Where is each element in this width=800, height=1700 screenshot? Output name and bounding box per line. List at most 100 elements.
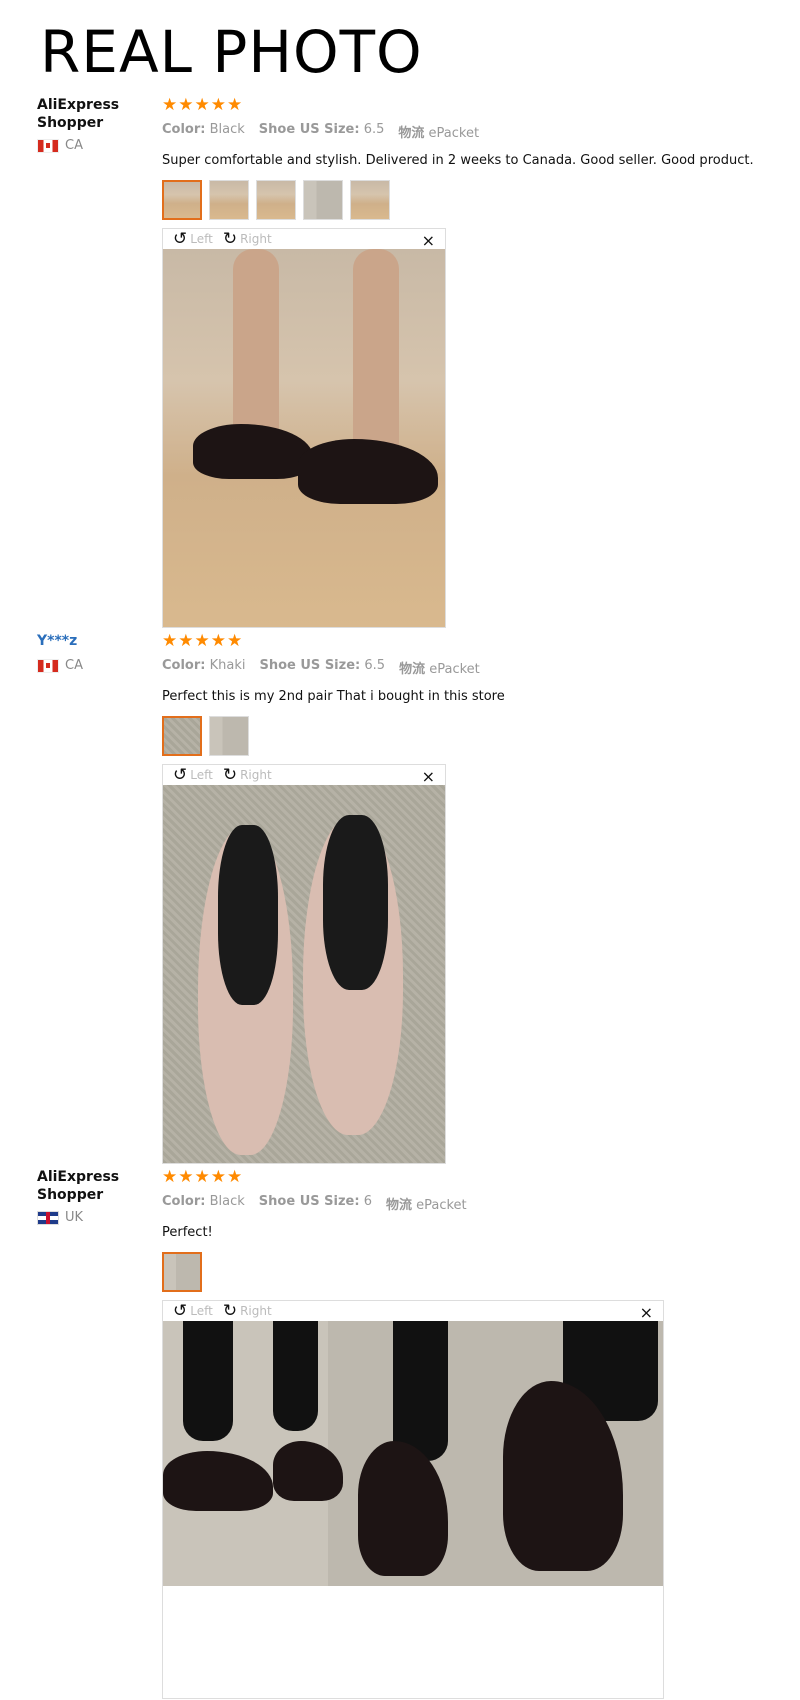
color-label: Color:: [162, 1194, 206, 1209]
photo-thumbnail[interactable]: [209, 180, 249, 220]
star-icon: ★: [210, 1167, 226, 1187]
rotate-left-label: Left: [190, 768, 213, 782]
star-rating: ★ ★ ★ ★ ★: [162, 632, 762, 650]
viewer-empty-area: [163, 1586, 663, 1698]
country-code: UK: [65, 1210, 84, 1225]
close-icon[interactable]: ×: [422, 767, 435, 786]
canada-flag-icon: [37, 658, 59, 673]
review-photo: [163, 1321, 663, 1586]
reviewer-name: AliExpress Shopper: [37, 1169, 120, 1203]
reviewer-info: Y***z CA: [37, 632, 157, 673]
rotate-right-button[interactable]: ↻ Right: [223, 230, 272, 248]
photo-viewer: ↺ Left ↻ Right ×: [162, 764, 446, 1164]
star-icon: ★: [194, 1167, 210, 1187]
order-details: Color: Black Shoe US Size: 6.5 物流 ePacke…: [162, 122, 762, 141]
rotate-left-button[interactable]: ↺ Left: [173, 1302, 213, 1320]
review-3: AliExpress Shopper UK ★ ★ ★ ★ ★ Color: Black…: [0, 1168, 800, 1699]
star-rating: ★ ★ ★ ★ ★: [162, 96, 762, 114]
photo-leg: [183, 1321, 233, 1441]
close-icon[interactable]: ×: [640, 1303, 653, 1322]
shipping-value: ePacket: [416, 1198, 467, 1213]
photo-thumbnails: [162, 1252, 762, 1292]
shipping-label: 物流: [385, 1198, 412, 1213]
color-value: Khaki: [209, 658, 246, 673]
viewer-toolbar: ↺ Left ↻ Right ×: [163, 229, 445, 250]
star-icon: ★: [178, 95, 194, 115]
country-code: CA: [65, 658, 83, 673]
rotate-right-label: Right: [240, 232, 272, 246]
photo-thumbnail[interactable]: [350, 180, 390, 220]
star-icon: ★: [210, 95, 226, 115]
viewer-toolbar: ↺ Left ↻ Right ×: [163, 1301, 663, 1322]
star-icon: ★: [227, 1167, 243, 1187]
photo-viewer: ↺ Left ↻ Right ×: [162, 1300, 664, 1699]
photo-thumbnail[interactable]: [162, 180, 202, 220]
size-label: Shoe US Size:: [258, 1194, 360, 1209]
page-headline: REAL PHOTO: [40, 18, 423, 86]
reviewer-info: AliExpress Shopper UK: [37, 1168, 157, 1225]
photo-leg: [393, 1321, 448, 1461]
photo-shoe: [163, 1451, 273, 1511]
photo-leg: [273, 1321, 318, 1431]
reviewer-country: CA: [37, 138, 157, 153]
shipping-value: ePacket: [429, 662, 480, 677]
reviewer-name[interactable]: Y***z: [37, 632, 157, 650]
shipping-label: 物流: [398, 126, 425, 141]
rotate-left-label: Left: [190, 232, 213, 246]
star-icon: ★: [178, 1167, 194, 1187]
uk-flag-icon: [37, 1210, 59, 1225]
rotate-left-icon: ↺: [173, 229, 188, 249]
rotate-right-icon: ↻: [222, 1301, 238, 1321]
rotate-left-button[interactable]: ↺ Left: [173, 230, 213, 248]
review-comment: Perfect this is my 2nd pair That i bough…: [162, 689, 505, 704]
shipping-label: 物流: [399, 662, 426, 677]
reviewer-info: AliExpress Shopper CA: [37, 96, 157, 153]
color-value: Black: [209, 1194, 245, 1209]
reviewer-name: AliExpress Shopper: [37, 97, 120, 131]
reviewer-country: UK: [37, 1210, 157, 1225]
review-comment: Perfect!: [162, 1225, 213, 1240]
star-icon: ★: [227, 95, 243, 115]
size-value: 6: [363, 1194, 372, 1209]
rotate-left-icon: ↺: [173, 765, 188, 785]
color-label: Color:: [162, 122, 206, 137]
photo-insole: [323, 815, 388, 990]
reviewer-country: CA: [37, 658, 157, 673]
review-1: AliExpress Shopper CA ★ ★ ★ ★ ★ Color: Black…: [0, 96, 800, 628]
size-value: 6.5: [364, 658, 386, 673]
review-content: ★ ★ ★ ★ ★ Color: Black Shoe US Size: 6.5 物流 …: [162, 96, 762, 628]
star-rating: ★ ★ ★ ★ ★: [162, 1168, 762, 1186]
star-icon: ★: [162, 1167, 178, 1187]
size-value: 6.5: [363, 122, 385, 137]
country-code: CA: [65, 138, 83, 153]
review-2: Y***z CA ★ ★ ★ ★ ★ Color: Khaki Shoe US Size…: [0, 632, 800, 1164]
photo-thumbnail[interactable]: [162, 1252, 202, 1292]
close-icon[interactable]: ×: [422, 231, 435, 250]
shipping-value: ePacket: [428, 126, 480, 141]
photo-thumbnail[interactable]: [303, 180, 343, 220]
star-icon: ★: [194, 95, 210, 115]
photo-shoe: [273, 1441, 343, 1501]
photo-shoe: [193, 424, 313, 479]
star-icon: ★: [178, 631, 194, 651]
star-icon: ★: [162, 631, 178, 651]
order-details: Color: Black Shoe US Size: 6 物流 ePacket: [162, 1194, 762, 1213]
star-icon: ★: [162, 95, 178, 115]
rotate-right-button[interactable]: ↻ Right: [223, 1302, 272, 1320]
photo-insole: [218, 825, 278, 1005]
rotate-left-button[interactable]: ↺ Left: [173, 766, 213, 784]
review-photo: [163, 785, 445, 1163]
color-value: Black: [209, 122, 245, 137]
rotate-right-button[interactable]: ↻ Right: [223, 766, 272, 784]
rotate-right-icon: ↻: [222, 765, 238, 785]
photo-thumbnails: [162, 716, 762, 756]
photo-thumbnail[interactable]: [162, 716, 202, 756]
photo-thumbnail[interactable]: [256, 180, 296, 220]
rotate-left-label: Left: [190, 1304, 213, 1318]
size-label: Shoe US Size:: [258, 122, 360, 137]
photo-thumbnail[interactable]: [209, 716, 249, 756]
review-photo: [163, 249, 445, 627]
review-content: ★ ★ ★ ★ ★ Color: Black Shoe US Size: 6 物流 eP…: [162, 1168, 762, 1699]
rotate-right-icon: ↻: [222, 229, 238, 249]
size-label: Shoe US Size:: [259, 658, 361, 673]
